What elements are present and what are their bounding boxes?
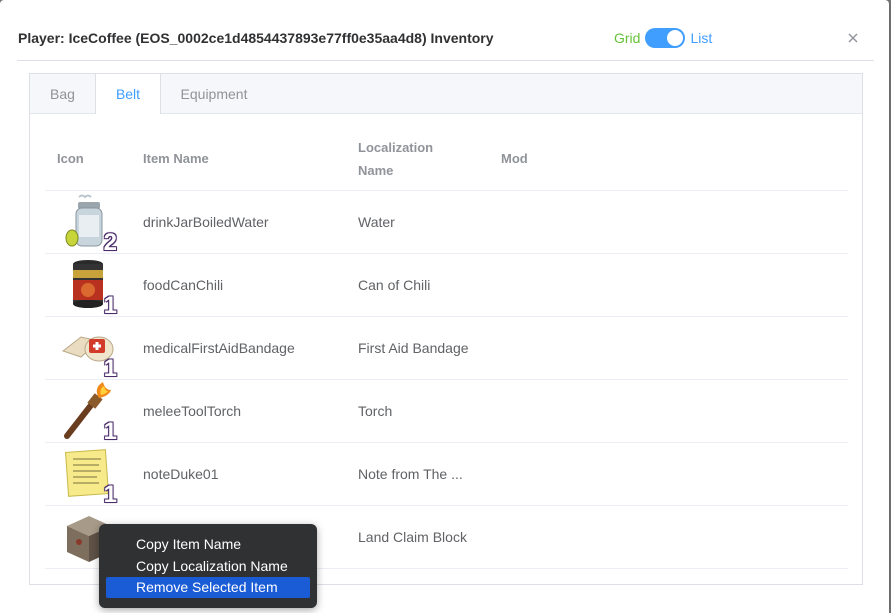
item-name-cell: medicalFirstAidBandage [143, 340, 295, 356]
localization-cell: Water [358, 214, 395, 230]
item-count: 1 [103, 481, 117, 508]
column-localization-line1: Localization [358, 140, 434, 155]
localization-cell: Can of Chili [358, 277, 431, 293]
localization-cell: First Aid Bandage [358, 340, 469, 356]
dialog-header: Player: IceCoffee (EOS_0002ce1d485443789… [0, 0, 889, 62]
localization-cell: Torch [358, 403, 393, 419]
table-row[interactable]: 1 meleeToolTorch Torch [45, 380, 848, 444]
header-divider [17, 60, 874, 61]
table-header: Icon Item Name Localization Name Mod [45, 128, 848, 191]
item-name-cell: foodCanChili [143, 277, 224, 293]
list-label[interactable]: List [690, 30, 712, 46]
tab-equipment[interactable]: Equipment [161, 74, 267, 113]
table-row[interactable]: 1 foodCanChili Can of Chili [45, 254, 848, 318]
belt-table: Icon Item Name Localization Name Mod 2 d… [45, 128, 848, 569]
item-count: 1 [103, 355, 117, 382]
inventory-dialog: Player: IceCoffee (EOS_0002ce1d485443789… [0, 0, 889, 613]
dialog-title: Player: IceCoffee (EOS_0002ce1d485443789… [18, 30, 494, 46]
item-name-cell: drinkJarBoiledWater [143, 214, 269, 230]
context-menu: Copy Item Name Copy Localization Name Re… [99, 524, 317, 608]
torch-icon: 1 [59, 382, 117, 444]
copy-localization-name-menu-item[interactable]: Copy Localization Name [106, 556, 310, 577]
note-icon: 1 [59, 445, 117, 507]
bandage-icon: 1 [59, 319, 117, 381]
table-row[interactable]: 1 noteDuke01 Note from The ... [45, 443, 848, 507]
column-mod: Mod [501, 151, 528, 166]
table-row[interactable]: 1 medicalFirstAidBandage First Aid Banda… [45, 317, 848, 381]
localization-cell: Note from The ... [358, 466, 463, 482]
close-icon[interactable] [845, 30, 861, 46]
water-jar-icon: 2 [59, 193, 117, 255]
localization-cell: Land Claim Block [358, 529, 467, 545]
item-count: 2 [103, 229, 117, 256]
tab-bar: Bag Belt Equipment [30, 74, 862, 114]
item-name-cell: meleeToolTorch [143, 403, 242, 419]
chili-can-icon: 1 [59, 256, 117, 318]
view-mode-switch[interactable]: Grid List [614, 28, 712, 48]
item-name-cell: noteDuke01 [143, 466, 219, 482]
tab-bag[interactable]: Bag [30, 74, 95, 113]
remove-selected-item-menu-item[interactable]: Remove Selected Item [106, 577, 310, 598]
table-row[interactable]: 2 drinkJarBoiledWater Water [45, 191, 848, 255]
view-toggle[interactable] [645, 28, 686, 48]
column-icon: Icon [57, 151, 84, 166]
toggle-knob [667, 30, 684, 46]
item-count: 1 [103, 418, 117, 445]
column-localization-line2: Name [358, 163, 394, 178]
tab-belt[interactable]: Belt [95, 74, 161, 114]
item-count: 1 [103, 292, 117, 319]
copy-item-name-menu-item[interactable]: Copy Item Name [106, 534, 310, 555]
column-item-name: Item Name [143, 151, 209, 166]
inventory-tabs: Bag Belt Equipment Icon Item Name Locali… [29, 73, 863, 585]
grid-label[interactable]: Grid [614, 30, 640, 46]
